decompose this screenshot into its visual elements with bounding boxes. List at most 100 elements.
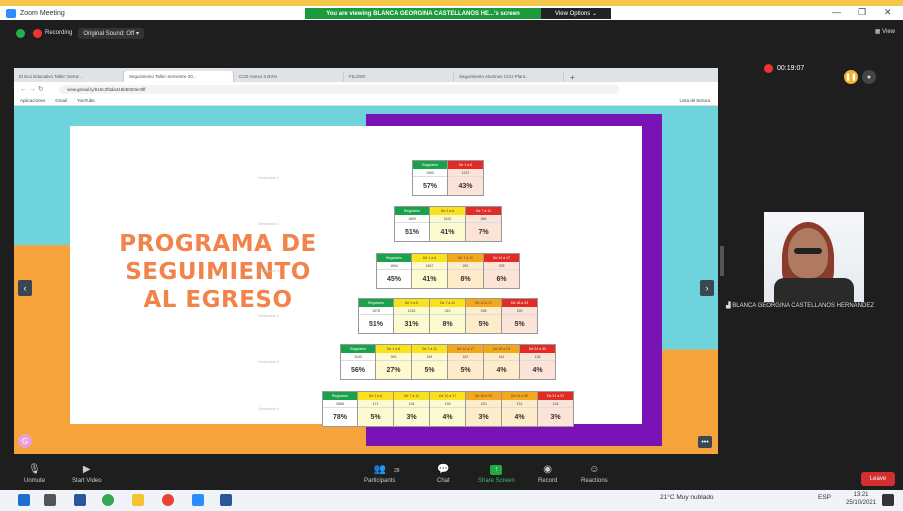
cell-percent: 6% <box>496 275 507 283</box>
chrome-icon[interactable] <box>162 494 174 506</box>
minimize-icon[interactable]: — <box>832 7 841 17</box>
cell-header: De 12 a 17 <box>466 299 501 307</box>
reactions-label: Reactions <box>581 477 608 484</box>
pause-icon[interactable]: ❚❚ <box>844 70 858 84</box>
cell-percent: 78% <box>332 413 347 421</box>
clock-date: 25/10/2021 <box>846 500 877 506</box>
cell-count: 1567 <box>412 262 447 270</box>
app-icon[interactable] <box>74 494 86 506</box>
reactions-button[interactable]: ☺ Reactions <box>581 464 608 484</box>
windows-taskbar: 21°C Muy nublado ESP 13:21 25/10/2021 <box>0 490 903 511</box>
view-button[interactable]: ▦ View <box>875 28 895 35</box>
maximize-icon[interactable]: ❐ <box>858 7 866 18</box>
row-label: Generación 6 <box>258 407 280 411</box>
security-shield-icon[interactable] <box>16 28 25 38</box>
browser-tab[interactable]: CCE Anexo II BVAI <box>234 71 344 82</box>
cell-percent: 5% <box>514 320 525 328</box>
chat-icon: 💬 <box>437 464 450 475</box>
bookmark-gmail[interactable]: Gmail <box>55 98 67 103</box>
start-video-button[interactable]: ▶ Start Video <box>72 464 102 484</box>
slide-canvas: PROGRAMA DE SEGUIMIENTO AL EGRESO Regula… <box>70 126 642 427</box>
cell-count: 1960 <box>413 169 447 177</box>
zoom-logo-icon <box>6 8 16 18</box>
leave-button[interactable]: Leave <box>861 472 895 486</box>
pyramid-row: Regulares 2040 56% De 1 a 6 993 27% De 7 a 11 1… <box>340 344 556 380</box>
cell-percent: 51% <box>404 228 419 236</box>
genially-stage: PROGRAMA DE SEGUIMIENTO AL EGRESO Regula… <box>14 106 718 454</box>
back-forward-reload-icon[interactable]: ← → ↻ <box>20 85 44 93</box>
cell-header: De 18 a 23 <box>466 392 501 400</box>
prev-slide-button[interactable]: ‹ <box>18 280 32 296</box>
next-slide-button[interactable]: › <box>700 280 714 296</box>
pyramid-cell: De 1 a 6 993 27% <box>376 344 412 380</box>
cell-count: 118 <box>394 400 429 408</box>
explorer-icon[interactable] <box>132 494 144 506</box>
close-icon[interactable]: ✕ <box>884 7 892 18</box>
word-icon[interactable] <box>220 494 232 506</box>
genially-badge[interactable]: G <box>18 434 32 448</box>
new-tab-icon[interactable]: + <box>570 73 575 82</box>
chat-button[interactable]: 💬 Chat <box>437 464 450 484</box>
weather[interactable]: 21°C Muy nublado <box>660 494 714 501</box>
meeting-toolbar: 🎙 Unmute ▶ Start Video 👥 Participants 28 💬 C… <box>0 458 903 490</box>
cell-header: De 12 a 17 <box>448 345 483 353</box>
cell-header: De 12 a 17 <box>430 392 465 400</box>
cell-header: De 1 a 6 <box>358 392 393 400</box>
unmute-label: Unmute <box>24 477 46 484</box>
url-input[interactable]: view.genial.ly/615c3f3da416b5003ec9ff <box>59 84 619 94</box>
cell-percent: 3% <box>478 413 489 421</box>
notifications-icon[interactable] <box>882 494 894 506</box>
screen-frame: Zoom Meeting You are viewing BLANCA GEOR… <box>0 0 903 511</box>
more-options-button[interactable]: ••• <box>698 436 712 448</box>
clock-time: 13:21 <box>853 492 869 498</box>
share-screen-button[interactable]: ↑ Share Screen <box>478 464 515 484</box>
record-button[interactable]: ◉ Record <box>538 464 557 484</box>
cell-count: 291 <box>448 262 483 270</box>
browser-tab[interactable]: El Eco Educativo Taller 'cierra'... <box>14 71 124 82</box>
mic-muted-icon: 🎙 <box>28 464 41 475</box>
original-sound-label: Original Sound: Off <box>83 30 135 37</box>
participants-button[interactable]: 👥 Participants <box>364 464 395 484</box>
browser-tab[interactable]: FILOSO <box>344 71 454 82</box>
participants-count: 28 <box>394 468 400 474</box>
zoom-taskbar-icon[interactable] <box>192 494 204 506</box>
original-sound-toggle[interactable]: Original Sound: Off ▾ <box>78 27 144 39</box>
bookmark-youtube[interactable]: YouTube <box>77 98 95 103</box>
cell-header: De 1 a 6 <box>376 345 411 353</box>
unmute-button[interactable]: 🎙 Unmute <box>24 464 46 484</box>
cell-header: Regulares <box>341 345 375 353</box>
panel-resize-handle[interactable] <box>720 246 724 276</box>
cell-percent: 5% <box>478 320 489 328</box>
recording-label: Recording <box>45 30 73 36</box>
start-icon[interactable] <box>18 494 30 506</box>
browser-tab-active[interactable]: Seguimiento Taller Semestre 20... <box>124 71 234 82</box>
pyramid-row: Regulares 1978 51% De 1 a 6 1215 31% De 7 a 11… <box>358 298 538 334</box>
pyramid-row: Regulares 1960 57% De 1 a 6 1237 43% <box>412 160 484 196</box>
participant-video <box>764 212 864 302</box>
recording-indicator[interactable]: Recording <box>33 28 73 38</box>
row-label: Generación 4 <box>258 314 280 318</box>
chrome-icon[interactable] <box>102 494 114 506</box>
cell-percent: 43% <box>458 182 473 190</box>
pyramid-cell: De 1 a 6 1567 41% <box>412 253 448 289</box>
cell-header: De 31 a 37 <box>538 392 573 400</box>
language[interactable]: ESP <box>818 494 831 501</box>
view-options-button[interactable]: View Options ⌄ <box>541 8 611 19</box>
browser-tab[interactable]: Seguimiento Alumnos CCH Plant... <box>454 71 564 82</box>
bookmark-apps[interactable]: Aplicaciones <box>20 98 45 103</box>
video-off-icon: ▶ <box>82 464 91 475</box>
cell-count: 1869 <box>395 215 429 223</box>
reading-list[interactable]: Lista de lectura <box>679 98 710 103</box>
task-view-icon[interactable] <box>44 494 56 506</box>
cell-percent: 41% <box>422 275 437 283</box>
cell-count: 187 <box>448 353 483 361</box>
title-bar: Zoom Meeting You are viewing BLANCA GEOR… <box>0 6 903 20</box>
cell-count: 161 <box>484 353 519 361</box>
pyramid-cell: De 7 a 11 184 5% <box>412 344 448 380</box>
cell-header: De 7 a 11 <box>394 392 429 400</box>
cell-header: De 24 a 30 <box>520 345 555 353</box>
clock[interactable]: 13:21 25/10/2021 <box>846 491 876 507</box>
mic-icon[interactable]: ● <box>862 70 876 84</box>
cell-count: 2868 <box>323 400 357 408</box>
cell-percent: 8% <box>442 320 453 328</box>
